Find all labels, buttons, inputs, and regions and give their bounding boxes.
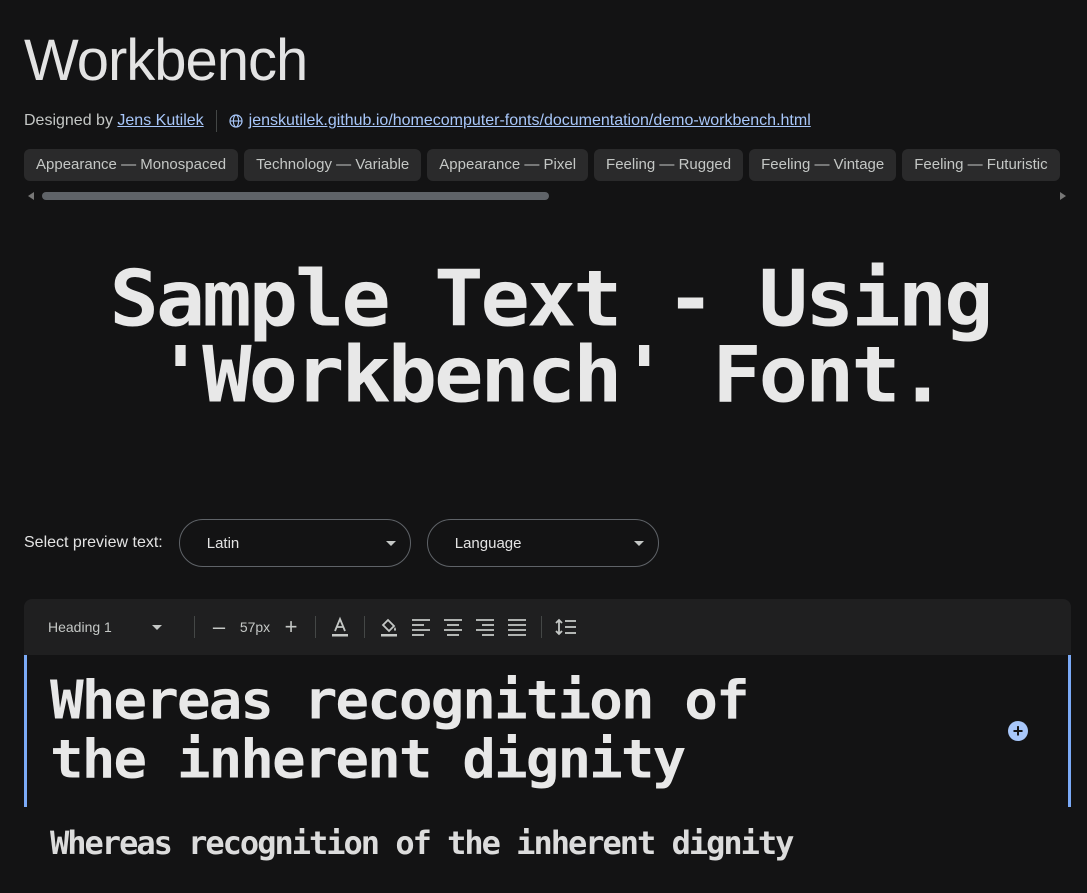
scroll-thumb[interactable] [42, 192, 549, 200]
justify-button[interactable] [501, 611, 533, 643]
tag-chip[interactable]: Feeling — Futuristic [902, 149, 1060, 181]
script-select-value: Latin [206, 534, 240, 552]
align-left-icon [412, 619, 430, 636]
toolbar-divider [194, 616, 195, 638]
decrease-size-button[interactable]: – [203, 611, 235, 643]
toolbar-divider [541, 616, 542, 638]
preview-select-label: Select preview text: [24, 534, 163, 551]
text-editor: Heading 1 – 57px + Whereas recognition o… [24, 599, 1071, 893]
tag-chip[interactable]: Appearance — Pixel [427, 149, 589, 181]
tag-chip[interactable]: Feeling — Rugged [594, 149, 744, 181]
language-select[interactable]: Language [426, 519, 659, 567]
text-style-select[interactable]: Heading 1 [48, 619, 186, 635]
align-center-button[interactable] [437, 611, 469, 643]
paint-bucket-icon [381, 618, 397, 637]
scroll-right-arrow-icon[interactable] [1060, 192, 1066, 200]
globe-icon [229, 114, 243, 128]
editor-toolbar: Heading 1 – 57px + [24, 599, 1071, 655]
increase-size-button[interactable]: + [275, 611, 307, 643]
designer-link[interactable]: Jens Kutilek [117, 112, 203, 130]
text-style-value: Heading 1 [48, 619, 112, 635]
align-right-icon [476, 619, 494, 636]
preview-select-row: Select preview text: Latin Language [24, 519, 675, 567]
editable-text-area[interactable]: Whereas recognition of the inherent dign… [24, 655, 1071, 807]
fill-color-button[interactable] [373, 611, 405, 643]
documentation-link[interactable]: jenskutilek.github.io/homecomputer-fonts… [249, 112, 811, 130]
byline-divider [215, 110, 217, 132]
script-select[interactable]: Latin [178, 519, 411, 567]
language-select-value: Language [454, 534, 522, 552]
align-left-button[interactable] [405, 611, 437, 643]
toolbar-divider [364, 616, 365, 638]
font-size-value[interactable]: 57px [235, 619, 275, 635]
byline: Designed by Jens Kutilek jenskutilek.git… [24, 110, 811, 132]
align-center-icon [444, 619, 462, 636]
text-color-button[interactable] [324, 611, 356, 643]
line-height-icon [555, 618, 576, 636]
tag-chip[interactable]: Technology — Variable [244, 149, 422, 181]
tag-scrollbar[interactable] [24, 190, 1070, 202]
tag-chip[interactable]: Appearance — Monospaced [24, 149, 239, 181]
toolbar-divider [315, 616, 316, 638]
sample-text: Sample Text - Using 'Workbench' Font. [100, 254, 1000, 421]
designed-by-label: Designed by [24, 112, 113, 129]
chevron-down-icon [385, 540, 396, 546]
tag-list: Appearance — Monospaced Technology — Vari… [24, 149, 1064, 181]
preview-paragraph: Whereas recognition of the inherent dign… [50, 824, 794, 862]
scroll-left-arrow-icon[interactable] [28, 192, 34, 200]
text-color-icon [332, 616, 348, 637]
tag-chip[interactable]: Feeling — Vintage [749, 149, 897, 181]
line-height-button[interactable] [550, 611, 582, 643]
align-right-button[interactable] [469, 611, 501, 643]
chevron-down-icon [152, 624, 162, 630]
font-title: Workbench [24, 28, 308, 93]
justify-icon [508, 619, 526, 636]
editable-heading-text[interactable]: Whereas recognition of the inherent dign… [50, 672, 870, 790]
add-circle-icon[interactable]: + [1008, 721, 1028, 741]
sample-line-1: Sample Text - Using [109, 254, 994, 345]
chevron-down-icon [633, 540, 644, 546]
sample-line-2: 'Workbench' Font. [155, 330, 947, 421]
